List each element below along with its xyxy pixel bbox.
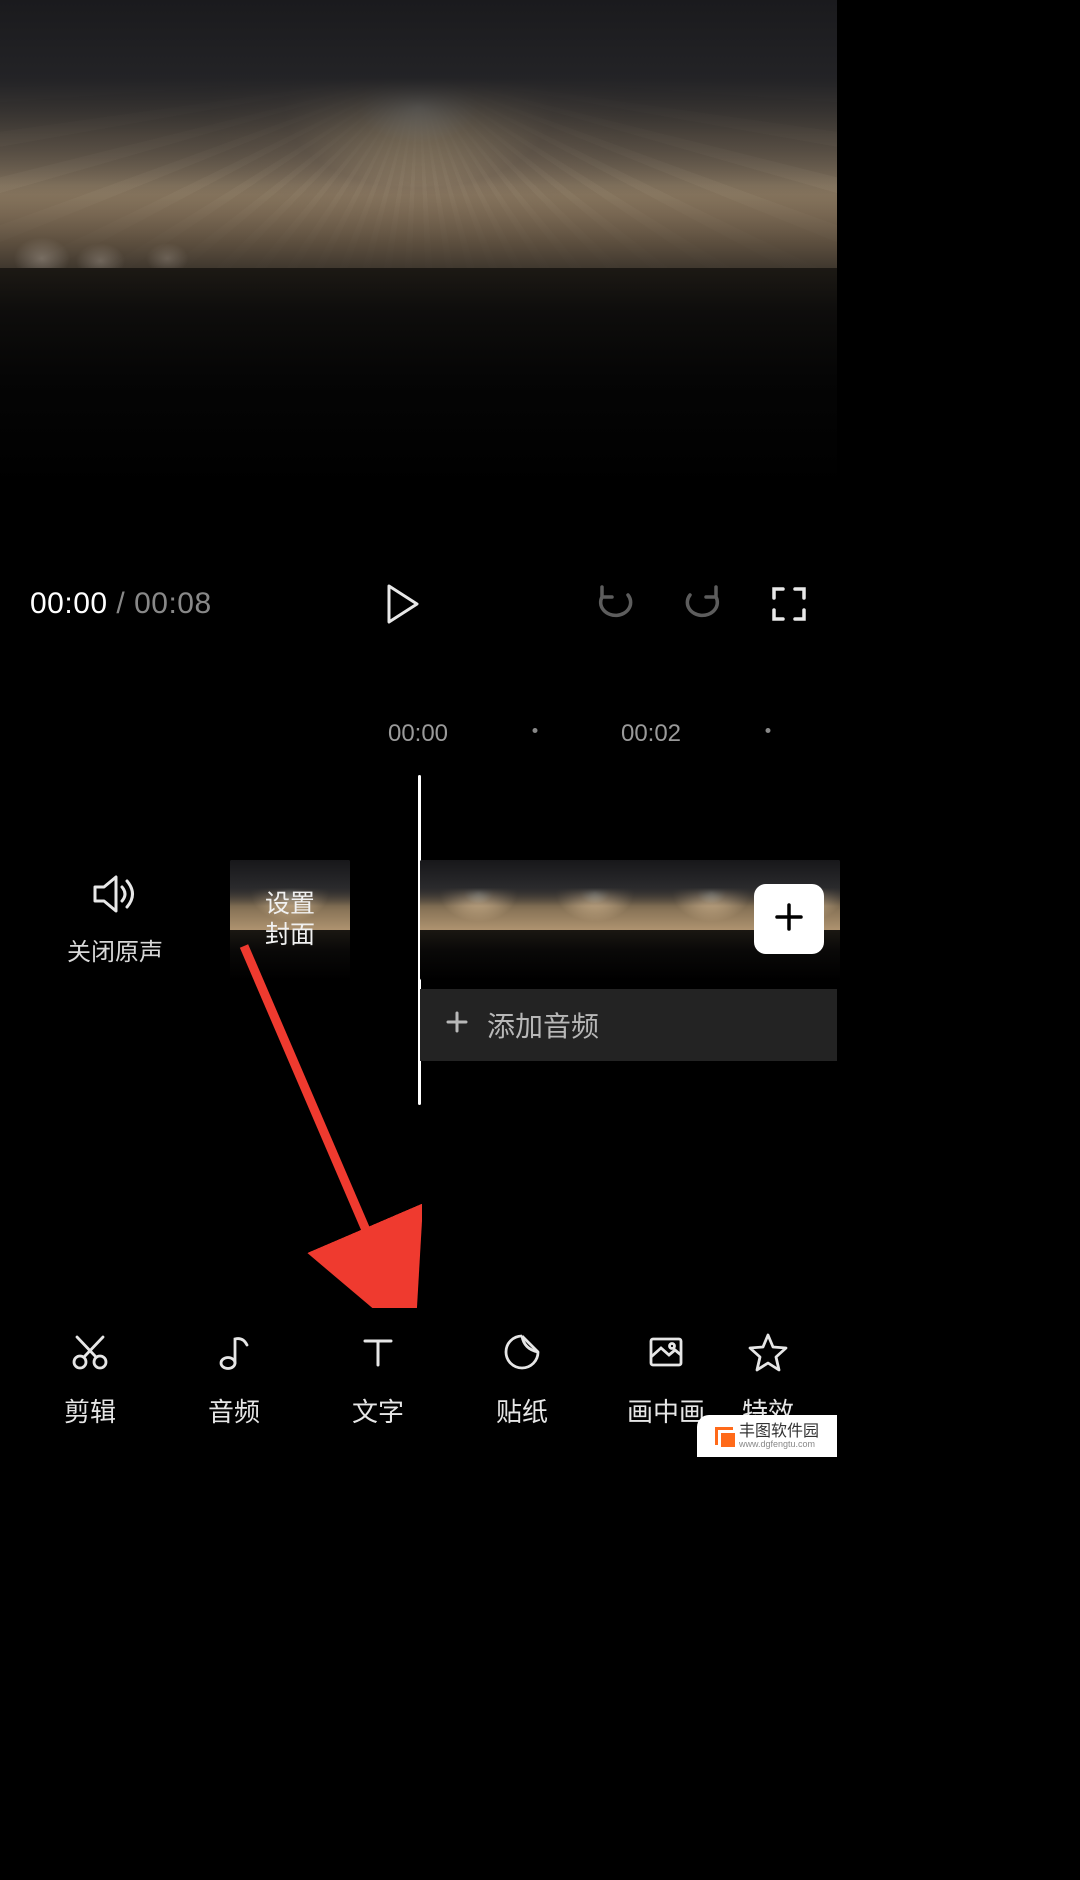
ruler-mark-0: 00:00 (388, 720, 448, 748)
timeline-ruler[interactable]: 00:00 00:02 (0, 720, 837, 750)
play-button[interactable] (386, 584, 420, 624)
tool-label: 剪辑 (64, 1392, 116, 1429)
watermark-title: 丰图软件园 (739, 1424, 819, 1440)
music-note-icon (213, 1331, 255, 1378)
tool-sticker[interactable]: 贴纸 (450, 1331, 594, 1429)
fullscreen-button[interactable] (771, 586, 807, 622)
time-current: 00:00 (30, 587, 108, 620)
speaker-icon (92, 873, 138, 920)
undo-button[interactable] (595, 585, 635, 623)
watermark-url: www.dgfengtu.com (739, 1440, 819, 1449)
tool-pip[interactable]: 画中画 (594, 1331, 738, 1429)
annotation-arrow (232, 938, 422, 1308)
playback-controls: 00:00 / 00:08 (0, 488, 837, 720)
tool-label: 画中画 (627, 1392, 705, 1429)
ruler-dot (766, 728, 771, 733)
tool-effect[interactable]: 特效 (738, 1331, 798, 1429)
cover-line2: 封面 (265, 920, 315, 951)
timecode: 00:00 / 00:08 (30, 587, 212, 621)
add-audio-label: 添加音频 (487, 1005, 599, 1045)
pip-icon (645, 1331, 687, 1378)
text-icon (357, 1331, 399, 1378)
watermark: 丰图软件园 www.dgfengtu.com (697, 1415, 837, 1457)
set-cover-button[interactable]: 设置 封面 (230, 860, 350, 980)
tool-audio[interactable]: 音频 (162, 1331, 306, 1429)
ruler-dot (533, 728, 538, 733)
redo-button[interactable] (683, 585, 723, 623)
ruler-mark-2: 00:02 (621, 720, 681, 748)
add-clip-button[interactable] (754, 884, 824, 954)
tool-label: 贴纸 (496, 1392, 548, 1429)
add-audio-button[interactable]: 添加音频 (420, 989, 837, 1061)
video-preview[interactable] (0, 0, 837, 488)
cover-line1: 设置 (265, 889, 315, 920)
sticker-icon (501, 1331, 543, 1378)
scissors-icon (69, 1331, 111, 1378)
time-sep: / (108, 587, 135, 620)
mute-label: 关闭原声 (67, 932, 163, 967)
tool-edit[interactable]: 剪辑 (18, 1331, 162, 1429)
mute-original-button[interactable]: 关闭原声 (0, 873, 230, 967)
plus-icon (772, 900, 806, 939)
time-total: 00:08 (134, 587, 212, 620)
watermark-logo-icon (715, 1427, 733, 1445)
plus-icon (445, 1009, 469, 1041)
tool-label: 音频 (208, 1392, 260, 1429)
star-icon (747, 1331, 789, 1378)
tool-label: 文字 (352, 1392, 404, 1429)
tool-text[interactable]: 文字 (306, 1331, 450, 1429)
